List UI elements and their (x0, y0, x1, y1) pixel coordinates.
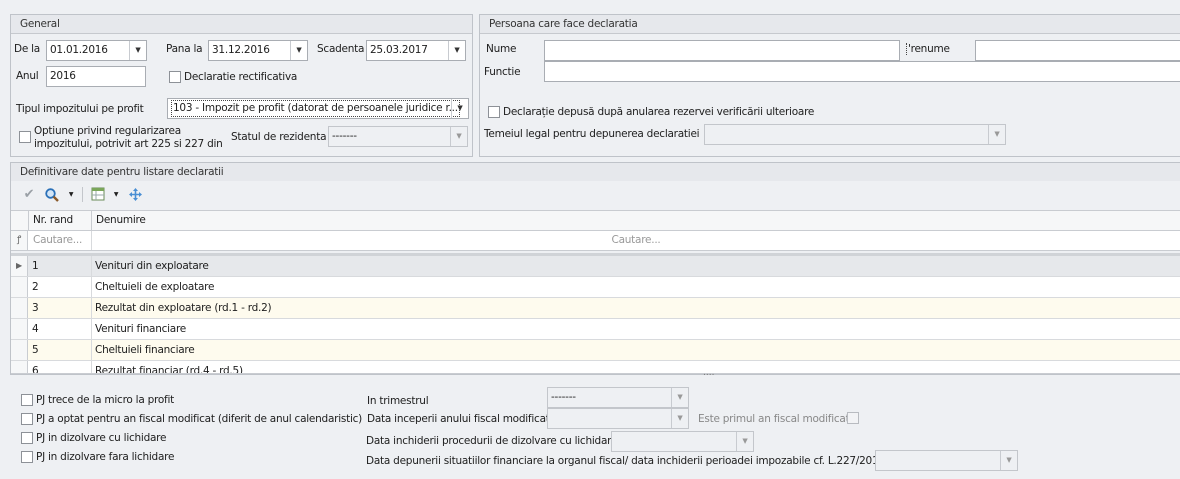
dizolvare-fara-label: PJ in dizolvare fara lichidare (36, 451, 175, 463)
temeiul-legal-select[interactable]: ▼ (704, 124, 1006, 145)
dizolvare-cu-checkbox[interactable] (21, 432, 33, 444)
table-row[interactable]: 3 Rezultat din exploatare (rd.1 - rd.2) (11, 298, 1180, 319)
definitivare-group-title: Definitivare date pentru listare declara… (11, 163, 1180, 182)
data-inceperii-label: Data inceperii anului fiscal modificat (367, 413, 550, 425)
pana-la-label: Pana la (166, 43, 203, 55)
an-fiscal-checkbox[interactable] (21, 413, 33, 425)
rectificativa-label: Declaratie rectificativa (184, 71, 298, 83)
check-icon[interactable]: ✔ (21, 187, 37, 203)
grid-bottom-edge (11, 373, 1180, 374)
cell-denumire: Cheltuieli de exploatare (95, 281, 215, 293)
cell-denumire: Venituri financiare (95, 323, 187, 335)
grid-layout-icon[interactable] (89, 187, 107, 203)
prenume-label: 'renume (906, 43, 950, 55)
dropdown-arrow-icon[interactable]: ▼ (736, 432, 753, 451)
statul-rezidenta-select[interactable]: ------- ▼ (328, 126, 468, 147)
move-icon[interactable] (126, 187, 144, 203)
declaratie-checkbox[interactable] (488, 106, 500, 118)
table-row[interactable]: 5 Cheltuieli financiare (11, 340, 1180, 361)
scadenta-label: Scadenta (317, 43, 365, 55)
data-depunerii-date[interactable]: ▼ (875, 450, 1018, 471)
declaratie-label: Declarație depusă după anularea rezervei… (503, 106, 815, 118)
filter-pin-icon: ꝭ (11, 231, 28, 250)
cell-nr-rand: 3 (28, 298, 92, 318)
cell-denumire: Rezultat financiar (rd.4 - rd.5) (95, 365, 243, 373)
dropdown-arrow-icon[interactable]: ▼ (988, 125, 1005, 144)
column-header-nr-rand[interactable]: Nr. rand (28, 211, 92, 230)
cell-denumire: Venituri din exploatare (95, 260, 209, 272)
cell-nr-rand: 6 (28, 361, 92, 373)
filter-nr-rand[interactable]: Cautare... (28, 231, 92, 250)
dropdown-arrow-icon[interactable]: ▼ (451, 99, 468, 118)
pana-la-date[interactable]: 31.12.2016 ▼ (208, 40, 308, 61)
cell-denumire: Cheltuieli financiare (95, 344, 195, 356)
table-row[interactable]: 2 Cheltuieli de exploatare (11, 277, 1180, 298)
dizolvare-fara-checkbox[interactable] (21, 451, 33, 463)
nume-input[interactable] (544, 40, 900, 61)
grid-filter-row: ꝭ Cautare... Cautare... (11, 231, 1180, 251)
functie-label: Functie (484, 66, 521, 78)
table-row[interactable]: 6 Rezultat financiar (rd.4 - rd.5) (11, 361, 1180, 373)
dropdown-arrow-icon[interactable]: ▼ (448, 41, 465, 60)
dizolvare-cu-label: PJ in dizolvare cu lichidare (36, 432, 167, 444)
anul-label: Anul (16, 70, 39, 82)
chevron-down-icon[interactable]: ▼ (66, 187, 76, 203)
column-header-denumire[interactable]: Denumire (92, 211, 1180, 230)
data-inchiderii-label: Data inchiderii procedurii de dizolvare … (366, 435, 618, 447)
cell-nr-rand: 5 (28, 340, 92, 360)
splitter-handle[interactable]: .... (703, 368, 714, 378)
dropdown-arrow-icon[interactable]: ▼ (450, 127, 467, 146)
functie-input[interactable] (544, 61, 1180, 82)
search-icon[interactable] (43, 187, 61, 203)
dropdown-arrow-icon[interactable]: ▼ (671, 409, 688, 428)
cell-nr-rand: 4 (28, 319, 92, 339)
scadenta-date[interactable]: 25.03.2017 ▼ (366, 40, 466, 61)
optiune-label-line1: Optiune privind regularizarea (34, 125, 181, 137)
dropdown-arrow-icon[interactable]: ▼ (1000, 451, 1017, 470)
trimestrul-label: In trimestrul (367, 395, 429, 407)
data-depunerii-label: Data depunerii situatiilor financiare la… (366, 455, 885, 467)
primul-an-checkbox[interactable] (847, 412, 859, 424)
grid-toolbar: ✔ ▼ ▼ (11, 181, 1180, 209)
dropdown-arrow-icon[interactable]: ▼ (671, 388, 688, 407)
tipul-label: Tipul impozitului pe profit (16, 103, 144, 115)
micro-label: PJ trece de la micro la profit (36, 394, 175, 406)
de-la-label: De la (14, 43, 40, 55)
prenume-input[interactable] (975, 40, 1180, 61)
general-group-title: General (11, 15, 472, 34)
rectificativa-checkbox[interactable] (169, 71, 181, 83)
trimestrul-select[interactable]: ------- ▼ (547, 387, 689, 408)
table-row[interactable]: 4 Venituri financiare (11, 319, 1180, 340)
an-fiscal-label: PJ a optat pentru an fiscal modificat (d… (36, 413, 363, 425)
data-inchiderii-date[interactable]: ▼ (611, 431, 754, 452)
cell-denumire: Rezultat din exploatare (rd.1 - rd.2) (95, 302, 272, 314)
table-row[interactable]: ▶ 1 Venituri din exploatare (11, 256, 1180, 277)
chevron-down-icon[interactable]: ▼ (111, 187, 121, 203)
toolbar-separator (82, 187, 83, 202)
temeiul-label: Temeiul legal pentru depunerea declarati… (484, 128, 700, 140)
grid-header: Nr. rand Denumire (11, 210, 1180, 231)
dropdown-arrow-icon[interactable]: ▼ (290, 41, 307, 60)
nume-label: Nume (486, 43, 517, 55)
filter-denumire[interactable]: Cautare... (92, 231, 1180, 250)
data-inceperii-date[interactable]: ▼ (547, 408, 689, 429)
statul-label: Statul de rezidenta (231, 131, 327, 143)
micro-checkbox[interactable] (21, 394, 33, 406)
cell-nr-rand: 2 (28, 277, 92, 297)
optiune-label-line2: impozitului, potrivit art 225 si 227 din (34, 138, 223, 150)
primul-an-label: Este primul an fiscal modificat (698, 413, 850, 425)
row-indicator-icon: ▶ (11, 256, 28, 276)
tipul-impozitului-select[interactable]: 103 - Impozit pe profit (datorat de pers… (167, 98, 469, 119)
cell-nr-rand: 1 (28, 256, 92, 276)
persoana-group-title: Persoana care face declaratia (480, 15, 1180, 34)
optiune-checkbox[interactable] (19, 131, 31, 143)
de-la-date[interactable]: 01.01.2016 ▼ (46, 40, 147, 61)
anul-input[interactable]: 2016 (46, 66, 146, 87)
dropdown-arrow-icon[interactable]: ▼ (129, 41, 146, 60)
